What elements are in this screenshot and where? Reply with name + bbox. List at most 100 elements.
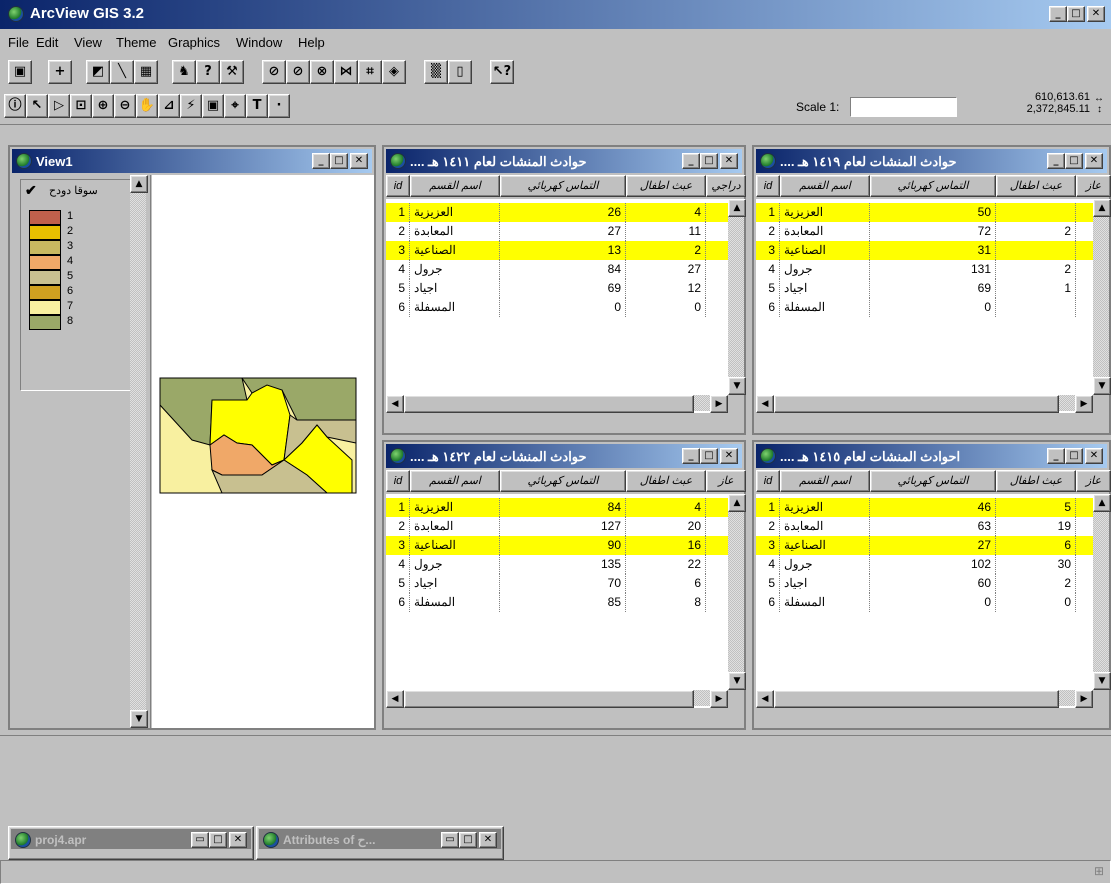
table-row[interactable]: 5 اجياد 60 2: [756, 574, 1093, 593]
view1-minimize-button[interactable]: _: [312, 153, 330, 169]
table-close-button[interactable]: ✕: [1085, 153, 1103, 169]
add-theme-icon[interactable]: +: [48, 60, 72, 84]
scroll-down-icon[interactable]: ▼: [130, 710, 148, 728]
project-close-button[interactable]: ✕: [229, 832, 247, 848]
table-hscrollbar[interactable]: ◀ ▶: [386, 690, 728, 708]
table-titlebar[interactable]: حوادث المنشات لعام ١٤١٩ هـ .... _ □ ✕: [756, 149, 1107, 173]
label-icon[interactable]: ⌖: [224, 94, 246, 118]
theme-entry[interactable]: ✔ سوقا دودح 1 2 3 4 5 6 7 8: [20, 179, 136, 391]
scroll-left-icon[interactable]: ◀: [386, 690, 404, 708]
table-row[interactable]: 4 جرول 84 27: [386, 260, 728, 279]
table-window-1[interactable]: حوادث المنشات لعام ١٤١١ هـ .... _ □ ✕ id…: [382, 145, 746, 435]
table-row[interactable]: 3 الصناعية 27 6: [756, 536, 1093, 555]
zoom-in-icon[interactable]: ⋈: [334, 60, 358, 84]
column-header-extra[interactable]: دراجي: [706, 175, 746, 197]
table-row[interactable]: 5 اجياد 69 12: [386, 279, 728, 298]
menu-theme[interactable]: Theme: [116, 35, 156, 50]
minimize-button[interactable]: _: [1049, 6, 1067, 22]
table-window-3[interactable]: حوادث المنشات لعام ١٤٢٢ هـ .... _ □ ✕ id…: [382, 440, 746, 730]
project-maximize-button[interactable]: □: [209, 832, 227, 848]
draw-point-icon[interactable]: ·: [268, 94, 290, 118]
table-minimize-button[interactable]: _: [682, 153, 700, 169]
find-icon[interactable]: ♞: [172, 60, 196, 84]
table-close-button[interactable]: ✕: [720, 448, 738, 464]
table-close-button[interactable]: ✕: [1085, 448, 1103, 464]
menu-help[interactable]: Help: [298, 35, 325, 50]
table-vscrollbar[interactable]: ▲ ▼: [728, 199, 746, 395]
view1-titlebar[interactable]: View1 _ □ ✕: [12, 149, 372, 173]
table-body[interactable]: 1 العزيزية 50 2 المعابدة 72 2 3 الصناعية…: [756, 199, 1093, 413]
column-header-id[interactable]: id: [756, 175, 780, 197]
theme-properties-icon[interactable]: ◩: [86, 60, 110, 84]
scroll-thumb[interactable]: [404, 395, 694, 413]
scroll-thumb[interactable]: [404, 690, 694, 708]
pointer-icon[interactable]: ↖: [26, 94, 48, 118]
column-header-name[interactable]: اسم القسم: [410, 470, 500, 492]
scroll-up-icon[interactable]: ▲: [1093, 494, 1111, 512]
scroll-up-icon[interactable]: ▲: [728, 494, 746, 512]
view1-close-button[interactable]: ✕: [350, 153, 368, 169]
table-vscrollbar[interactable]: ▲ ▼: [1093, 494, 1111, 690]
column-header-kids[interactable]: عبث اطفال: [626, 470, 706, 492]
zoom-in-tool-icon[interactable]: ⊕: [92, 94, 114, 118]
scroll-left-icon[interactable]: ◀: [386, 395, 404, 413]
zoom-out-tool-icon[interactable]: ⊖: [114, 94, 136, 118]
measure-icon[interactable]: ⊿: [158, 94, 180, 118]
scroll-right-icon[interactable]: ▶: [710, 395, 728, 413]
scroll-right-icon[interactable]: ▶: [1075, 690, 1093, 708]
table-titlebar[interactable]: حوادث المنشات لعام ١٤١١ هـ .... _ □ ✕: [386, 149, 742, 173]
table-row[interactable]: 2 المعابدة 127 20: [386, 517, 728, 536]
column-header-electric[interactable]: التماس كهربائي: [870, 470, 996, 492]
view1-maximize-button[interactable]: □: [330, 153, 348, 169]
table-hscrollbar[interactable]: ◀ ▶: [756, 690, 1093, 708]
minimized-attributes-window[interactable]: Attributes of ح... ▭ □ ✕: [256, 826, 504, 860]
column-header-kids[interactable]: عبث اطفال: [996, 470, 1076, 492]
table-minimize-button[interactable]: _: [1047, 448, 1065, 464]
column-header-id[interactable]: id: [386, 470, 410, 492]
attributes-maximize-button[interactable]: □: [459, 832, 477, 848]
table-row[interactable]: 6 المسفلة 0 0: [756, 593, 1093, 612]
table-window-4[interactable]: احوادث المنشات لعام ١٤١٥ هـ .... _ □ ✕ i…: [752, 440, 1111, 730]
app-titlebar[interactable]: ArcView GIS 3.2 _ □ ✕: [0, 0, 1111, 29]
column-header-id[interactable]: id: [386, 175, 410, 197]
column-header-extra[interactable]: عاز: [1076, 470, 1111, 492]
table-row[interactable]: 4 جرول 131 2: [756, 260, 1093, 279]
table-row[interactable]: 1 العزيزية 26 4: [386, 203, 728, 222]
hotlink-icon[interactable]: ⚒: [220, 60, 244, 84]
close-button[interactable]: ✕: [1087, 6, 1105, 22]
scroll-up-icon[interactable]: ▲: [1093, 199, 1111, 217]
theme-visible-checkbox[interactable]: ✔: [25, 182, 37, 199]
map-display[interactable]: [152, 175, 374, 728]
table-row[interactable]: 2 المعابدة 72 2: [756, 222, 1093, 241]
table-row[interactable]: 1 العزيزية 50: [756, 203, 1093, 222]
table-row[interactable]: 6 المسفلة 85 8: [386, 593, 728, 612]
column-header-name[interactable]: اسم القسم: [780, 175, 870, 197]
query-builder-icon[interactable]: ?: [196, 60, 220, 84]
zoom-full-icon[interactable]: ⊗: [310, 60, 334, 84]
table-body[interactable]: 1 العزيزية 46 5 2 المعابدة 63 19 3 الصنا…: [756, 494, 1093, 708]
table-minimize-button[interactable]: _: [1047, 153, 1065, 169]
column-header-extra[interactable]: عاز: [1076, 175, 1111, 197]
resize-grip-icon[interactable]: ⊞: [1094, 864, 1104, 878]
pan-icon[interactable]: ✋: [136, 94, 158, 118]
table-hscrollbar[interactable]: ◀ ▶: [756, 395, 1093, 413]
table-row[interactable]: 1 العزيزية 46 5: [756, 498, 1093, 517]
table-body[interactable]: 1 العزيزية 84 4 2 المعابدة 127 20 3 الصن…: [386, 494, 728, 708]
scroll-right-icon[interactable]: ▶: [1075, 395, 1093, 413]
toc-scrollbar[interactable]: ▲ ▼: [130, 175, 148, 728]
menu-file[interactable]: File: [8, 35, 29, 50]
table-row[interactable]: 3 الصناعية 90 16: [386, 536, 728, 555]
table-row[interactable]: 3 الصناعية 13 2: [386, 241, 728, 260]
menu-view[interactable]: View: [74, 35, 102, 50]
scroll-left-icon[interactable]: ◀: [756, 395, 774, 413]
scroll-thumb[interactable]: [774, 395, 1059, 413]
scroll-down-icon[interactable]: ▼: [1093, 377, 1111, 395]
menu-graphics[interactable]: Graphics: [168, 35, 220, 50]
table-maximize-button[interactable]: □: [700, 153, 718, 169]
clear-selection-icon[interactable]: ▯: [448, 60, 472, 84]
zoom-out-icon[interactable]: ⌗: [358, 60, 382, 84]
zoom-previous-icon[interactable]: ◈: [382, 60, 406, 84]
table-close-button[interactable]: ✕: [720, 153, 738, 169]
column-header-id[interactable]: id: [756, 470, 780, 492]
hotlink-tool-icon[interactable]: ⚡: [180, 94, 202, 118]
